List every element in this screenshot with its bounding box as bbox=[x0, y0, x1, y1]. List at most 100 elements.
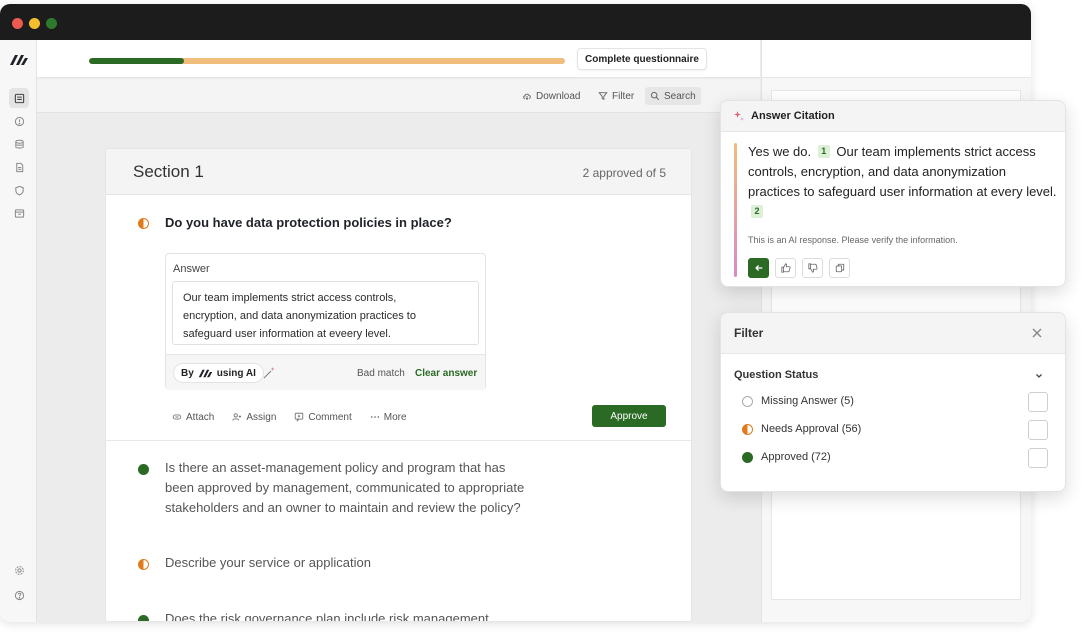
attach-label: Attach bbox=[186, 411, 215, 423]
filter-option-label: Approved (72) bbox=[761, 451, 831, 463]
comment-icon bbox=[295, 412, 304, 422]
filter-option-approved[interactable]: Approved (72) bbox=[742, 451, 831, 463]
approved-status-icon bbox=[742, 451, 753, 463]
arrow-left-icon bbox=[754, 265, 762, 271]
question-1-text[interactable]: Do you have data protection policies in … bbox=[165, 213, 452, 233]
approved-status-icon bbox=[138, 615, 149, 621]
citation-accent-bar bbox=[734, 143, 737, 277]
question-actions: Attach Assign Comment More bbox=[172, 410, 407, 424]
answer-textarea[interactable]: Our team implements strict access contro… bbox=[172, 281, 479, 345]
section-card: Section 1 2 approved of 5 Do you have da… bbox=[105, 148, 692, 622]
toolbar: Download Filter Search bbox=[37, 79, 760, 113]
archive-nav-icon[interactable] bbox=[9, 203, 29, 223]
clear-answer-button[interactable]: Clear answer bbox=[415, 368, 477, 379]
help-nav-icon[interactable] bbox=[9, 585, 29, 605]
question-status-heading[interactable]: Question Status bbox=[734, 369, 818, 381]
copy-icon bbox=[835, 263, 844, 273]
approved-status-icon bbox=[138, 464, 149, 475]
thumbs-down-icon bbox=[807, 263, 817, 273]
needs-approval-status-icon bbox=[742, 423, 753, 435]
missing-answer-status-icon bbox=[742, 395, 753, 407]
answer-label: Answer bbox=[173, 263, 210, 275]
download-label: Download bbox=[536, 90, 581, 102]
filter-label: Filter bbox=[612, 90, 635, 102]
bad-match-button[interactable]: Bad match bbox=[357, 368, 405, 379]
attach-button[interactable]: Attach bbox=[172, 410, 214, 424]
download-button[interactable]: Download bbox=[517, 87, 585, 105]
answer-footer: By using AI Bad match Clear answer bbox=[166, 354, 485, 390]
answer-box: Answer Our team implements strict access… bbox=[165, 253, 486, 390]
maximize-window-button[interactable] bbox=[46, 18, 57, 29]
chevron-down-icon[interactable] bbox=[1034, 371, 1044, 381]
document-nav-icon[interactable] bbox=[9, 157, 29, 177]
magic-wand-icon[interactable] bbox=[261, 365, 277, 381]
question-3-text[interactable]: Describe your service or application bbox=[165, 553, 371, 573]
copy-button[interactable] bbox=[829, 258, 850, 278]
search-button[interactable]: Search bbox=[645, 87, 701, 105]
citation-body: Yes we do. 1 Our team implements strict … bbox=[748, 142, 1058, 222]
search-label: Search bbox=[664, 90, 696, 102]
question-2-line-2: been approved by management, communicate… bbox=[165, 480, 525, 495]
section-title: Section 1 bbox=[133, 162, 204, 181]
right-panel-header bbox=[762, 40, 1031, 78]
filter-option-needs-approval[interactable]: Needs Approval (56) bbox=[742, 423, 861, 435]
cloud-download-icon bbox=[523, 93, 531, 100]
user-plus-icon bbox=[232, 413, 242, 421]
database-nav-icon[interactable] bbox=[9, 134, 29, 154]
thumbs-up-icon bbox=[780, 263, 790, 273]
citation-title: Answer Citation bbox=[751, 110, 835, 122]
filter-option-label: Missing Answer (5) bbox=[761, 395, 854, 407]
filter-checkbox-needs-approval[interactable] bbox=[1028, 420, 1048, 440]
question-4-text[interactable]: Does the risk governance plan include ri… bbox=[165, 609, 489, 621]
completion-progress-bar bbox=[89, 58, 565, 64]
filter-option-missing[interactable]: Missing Answer (5) bbox=[742, 395, 854, 407]
question-2-line-3: stakeholders and an owner to maintain an… bbox=[165, 500, 521, 515]
question-divider bbox=[106, 440, 691, 441]
back-button[interactable] bbox=[748, 258, 769, 278]
needs-approval-status-icon bbox=[138, 218, 149, 229]
progress-fill bbox=[89, 58, 185, 64]
answer-line-3: safeguard user information at eveery lev… bbox=[183, 328, 391, 340]
comment-label: Comment bbox=[308, 411, 352, 423]
thumbs-up-button[interactable] bbox=[775, 258, 796, 278]
citation-number-1[interactable]: 1 bbox=[817, 145, 830, 158]
more-button[interactable]: More bbox=[370, 410, 407, 424]
thumbs-down-button[interactable] bbox=[802, 258, 823, 278]
more-label: More bbox=[383, 411, 407, 423]
paperclip-icon bbox=[172, 414, 182, 420]
settings-nav-icon[interactable] bbox=[9, 560, 29, 580]
citation-header: Answer Citation bbox=[721, 101, 1065, 132]
filter-title: Filter bbox=[734, 326, 764, 340]
info-nav-icon[interactable] bbox=[9, 111, 29, 131]
filter-checkbox-missing[interactable] bbox=[1028, 392, 1048, 412]
ai-source-badge[interactable]: By using AI bbox=[173, 363, 264, 383]
logo-icon bbox=[10, 55, 28, 65]
questionnaire-nav-icon[interactable] bbox=[9, 88, 29, 108]
filter-checkbox-approved[interactable] bbox=[1028, 448, 1048, 468]
citation-number-2[interactable]: 2 bbox=[751, 205, 763, 218]
filter-button[interactable]: Filter bbox=[593, 87, 639, 105]
close-window-button[interactable] bbox=[12, 18, 23, 29]
by-suffix: using AI bbox=[216, 367, 256, 379]
minimize-window-button[interactable] bbox=[29, 18, 40, 29]
assign-label: Assign bbox=[246, 411, 277, 423]
filter-icon bbox=[598, 92, 608, 101]
comment-button[interactable]: Comment bbox=[294, 410, 352, 424]
filter-header: Filter bbox=[721, 313, 1065, 354]
needs-approval-status-icon bbox=[138, 559, 149, 570]
search-icon bbox=[650, 91, 660, 101]
ai-disclaimer: This is an AI response. Please verify th… bbox=[748, 235, 958, 245]
answer-citation-popover: Answer Citation Yes we do. 1 Our team im… bbox=[720, 100, 1066, 287]
filter-popover: Filter Question Status Missing Answer (5… bbox=[720, 312, 1066, 492]
question-2-text[interactable]: Is there an asset-management policy and … bbox=[165, 458, 524, 518]
citation-part-1: Yes we do. bbox=[748, 144, 812, 159]
top-bar: Complete questionnaire bbox=[37, 40, 760, 78]
shield-nav-icon[interactable] bbox=[9, 180, 29, 200]
close-icon[interactable] bbox=[1030, 326, 1044, 340]
approve-button[interactable]: Approve bbox=[592, 405, 666, 427]
assign-button[interactable]: Assign bbox=[232, 410, 276, 424]
complete-questionnaire-button[interactable]: Complete questionnaire bbox=[577, 48, 707, 70]
question-2-line-1: Is there an asset-management policy and … bbox=[165, 460, 506, 475]
title-bar bbox=[0, 4, 1031, 40]
approved-count: 2 approved of 5 bbox=[582, 166, 666, 180]
